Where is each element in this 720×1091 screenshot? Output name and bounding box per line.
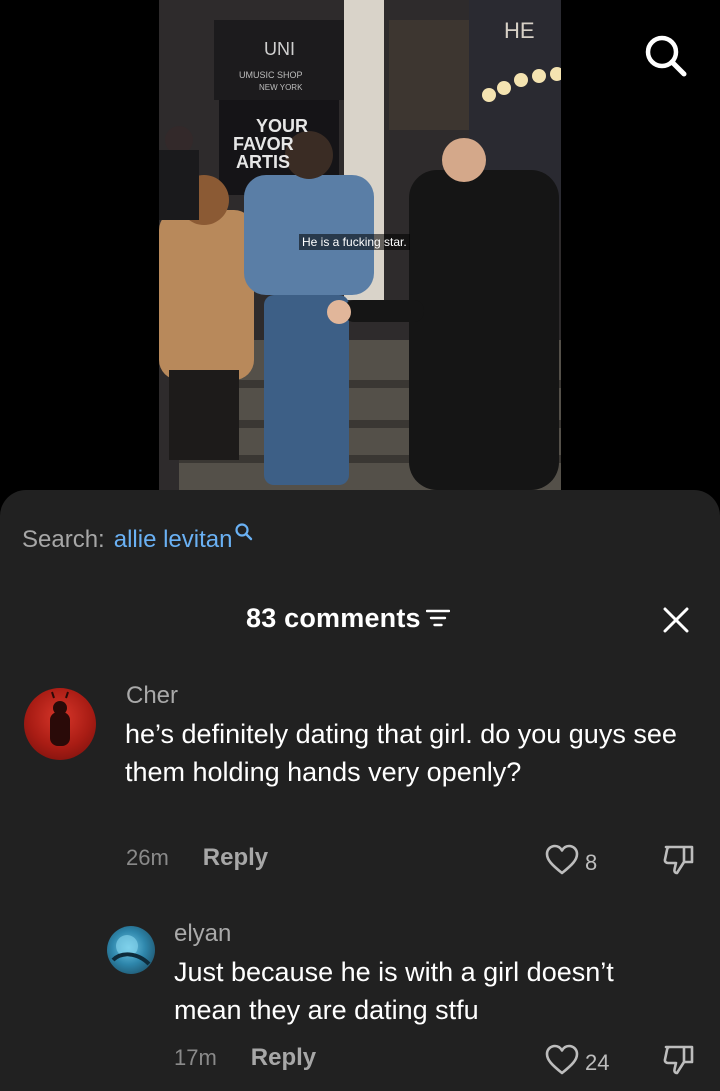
comments-header: 83 comments [0, 602, 720, 642]
comment-text: he’s definitely dating that girl. do you… [125, 719, 677, 787]
comments-count: 83 comments [246, 602, 450, 635]
comments-count-label: 83 comments [246, 603, 421, 633]
svg-text:UMUSIC SHOP: UMUSIC SHOP [239, 70, 303, 80]
video-caption: He is a fucking star. [299, 234, 410, 250]
comment-text: Just because he is with a girl doesn’t m… [174, 957, 614, 1025]
svg-text:NEW YORK: NEW YORK [259, 83, 303, 92]
avatar[interactable] [24, 688, 96, 760]
comment-time: 17m [174, 1045, 217, 1070]
svg-text:HE: HE [504, 18, 535, 43]
svg-text:UNI: UNI [264, 39, 295, 59]
avatar[interactable] [107, 926, 155, 974]
search-term-link[interactable]: allie levitan [114, 526, 233, 554]
comment-meta: 17m Reply [174, 1044, 316, 1072]
comment-item: Cher he’s definitely dating that girl. d… [0, 682, 720, 888]
thumbs-down-icon[interactable] [662, 1043, 696, 1082]
search-icon[interactable] [642, 32, 690, 80]
filter-icon[interactable] [425, 604, 450, 635]
like-group: 8 [545, 844, 597, 882]
video-player[interactable]: UNI UMUSIC SHOP NEW YORK YOUR FAVOR ARTI… [0, 0, 720, 520]
like-group: 24 [545, 1044, 609, 1082]
reply-button[interactable]: Reply [203, 844, 268, 872]
like-count: 8 [585, 850, 598, 875]
like-count: 24 [585, 1050, 610, 1075]
reply-button[interactable]: Reply [251, 1044, 316, 1072]
comment-username[interactable]: elyan [174, 920, 231, 948]
thumbs-down-icon[interactable] [662, 843, 696, 882]
search-icon-small [234, 521, 254, 549]
reply-item: elyan Just because he is with a girl doe… [0, 920, 720, 1086]
heart-icon[interactable] [545, 844, 579, 882]
related-search-row[interactable]: Search: allie levitan [22, 523, 254, 554]
comment-meta: 26m Reply [126, 844, 268, 872]
close-icon[interactable] [658, 602, 694, 638]
svg-text:FAVOR: FAVOR [233, 134, 294, 154]
svg-text:YOUR: YOUR [256, 116, 308, 136]
comment-time: 26m [126, 845, 169, 870]
comments-panel: Search: allie levitan 83 comments Cher h… [0, 490, 720, 1091]
heart-icon[interactable] [545, 1044, 579, 1082]
comment-username[interactable]: Cher [126, 682, 178, 710]
search-label: Search: [22, 526, 105, 553]
svg-text:ARTIS: ARTIS [236, 152, 290, 172]
